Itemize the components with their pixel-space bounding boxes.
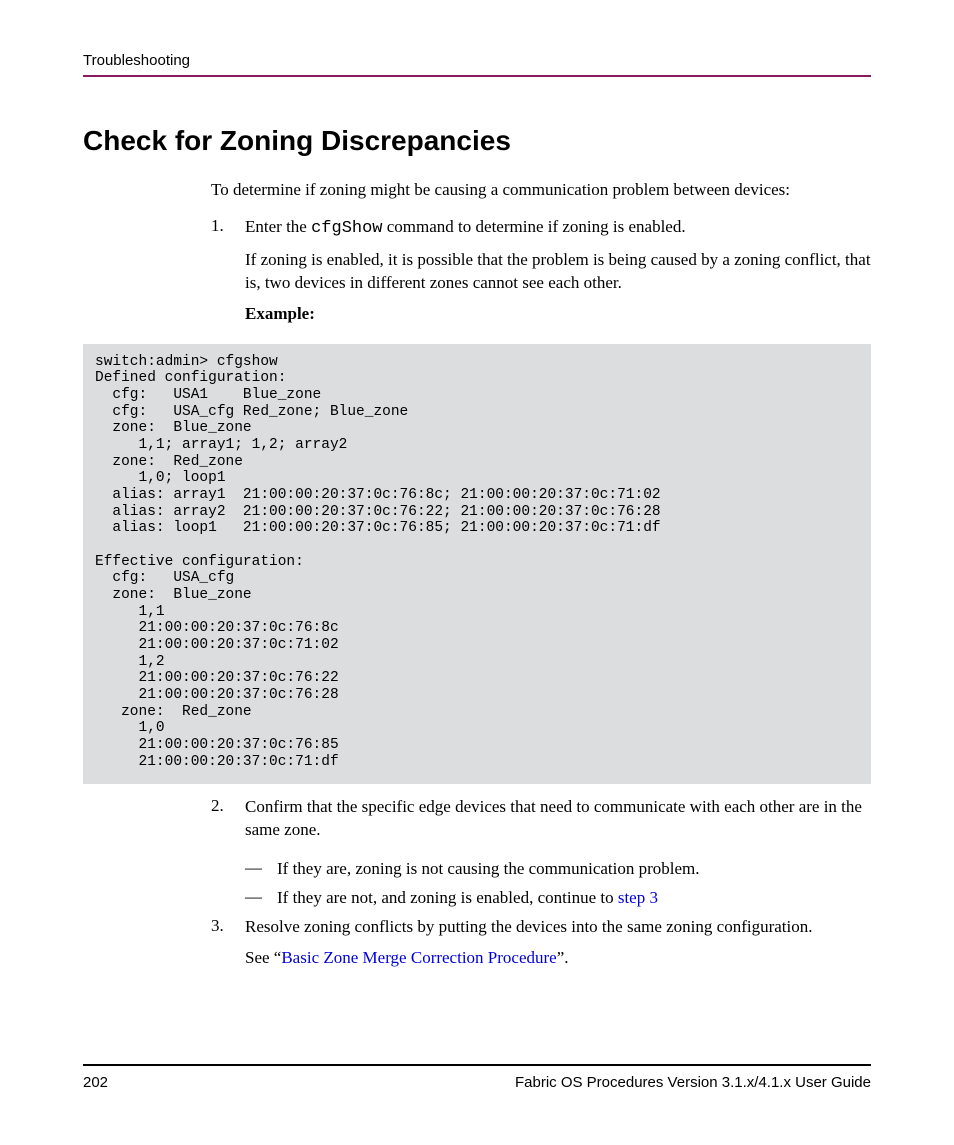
step-1: 1. Enter the cfgShow command to determin…	[211, 216, 871, 336]
intro-paragraph: To determine if zoning might be causing …	[211, 179, 871, 202]
step-text: Confirm that the specific edge devices t…	[245, 796, 871, 842]
page-title: Check for Zoning Discrepancies	[83, 125, 871, 157]
dash-icon: —	[245, 858, 277, 881]
zone-merge-procedure-link[interactable]: Basic Zone Merge Correction Procedure	[281, 948, 556, 967]
sub-bullet-text: If they are, zoning is not causing the c…	[277, 858, 871, 881]
step-number: 2.	[211, 796, 245, 850]
page-number: 202	[83, 1074, 108, 1091]
step-text: Resolve zoning conflicts by putting the …	[245, 916, 871, 939]
step-followup: If zoning is enabled, it is possible tha…	[245, 249, 871, 295]
step-number: 1.	[211, 216, 245, 336]
dash-icon: —	[245, 887, 277, 910]
page-footer: 202 Fabric OS Procedures Version 3.1.x/4…	[83, 1064, 871, 1091]
see-text: See “	[245, 948, 281, 967]
see-text: ”.	[557, 948, 569, 967]
sub-bullet: — If they are not, and zoning is enabled…	[211, 887, 871, 910]
sub-bullet: — If they are, zoning is not causing the…	[211, 858, 871, 881]
step-number: 3.	[211, 916, 245, 978]
step-3-link[interactable]: step 3	[618, 888, 658, 907]
document-title: Fabric OS Procedures Version 3.1.x/4.1.x…	[515, 1074, 871, 1091]
step-3: 3. Resolve zoning conflicts by putting t…	[211, 916, 871, 978]
step-text: command to determine if zoning is enable…	[383, 217, 686, 236]
sub-bullet-text: If they are not, and zoning is enabled, …	[277, 888, 618, 907]
step-text: Enter the	[245, 217, 311, 236]
example-label: Example:	[245, 303, 871, 326]
inline-command: cfgShow	[311, 219, 382, 238]
step-2: 2. Confirm that the specific edge device…	[211, 796, 871, 850]
code-block: switch:admin> cfgshow Defined configurat…	[83, 344, 871, 785]
header-section-label: Troubleshooting	[83, 52, 871, 77]
